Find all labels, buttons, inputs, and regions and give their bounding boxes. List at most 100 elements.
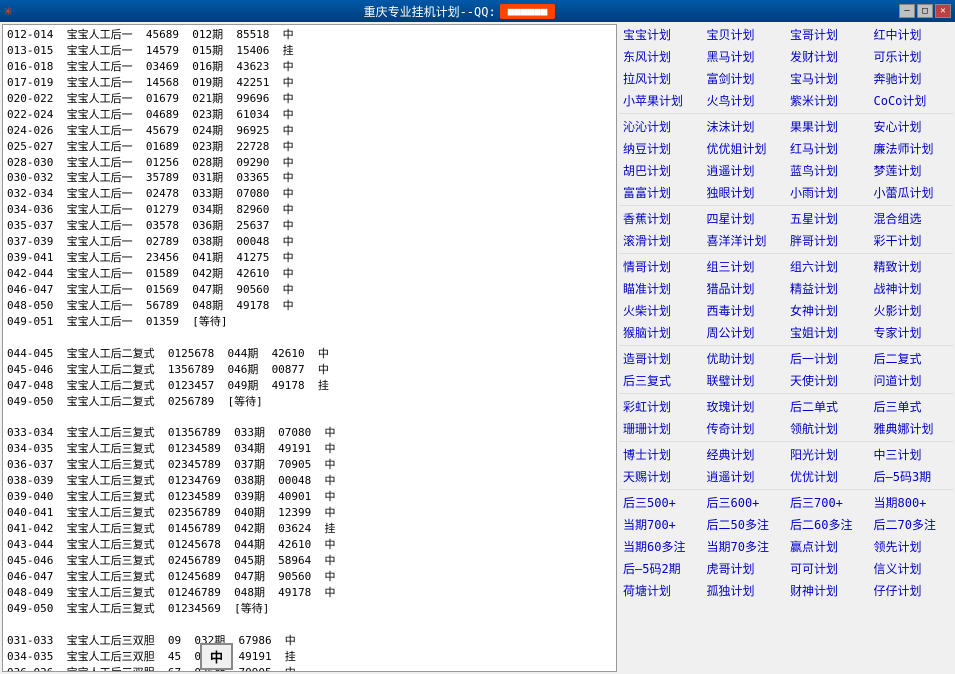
plan-link-6-1[interactable]: 逍遥计划 <box>703 160 787 181</box>
plan-link-23-1[interactable]: 虎哥计划 <box>703 558 787 579</box>
plan-link-22-2[interactable]: 赢点计划 <box>786 536 870 557</box>
plan-link-14-2[interactable]: 后一计划 <box>786 348 870 369</box>
plan-link-12-0[interactable]: 火柴计划 <box>619 300 703 321</box>
plan-link-15-1[interactable]: 联璧计划 <box>703 370 787 391</box>
plan-link-2-2[interactable]: 宝马计划 <box>786 68 870 89</box>
plan-link-14-0[interactable]: 造哥计划 <box>619 348 703 369</box>
plan-link-0-1[interactable]: 宝贝计划 <box>703 24 787 45</box>
plan-link-13-1[interactable]: 周公计划 <box>703 322 787 343</box>
plan-link-2-1[interactable]: 富剑计划 <box>703 68 787 89</box>
plan-link-4-2[interactable]: 果果计划 <box>786 116 870 137</box>
plan-link-2-3[interactable]: 奔驰计划 <box>870 68 954 89</box>
plan-link-5-1[interactable]: 优优姐计划 <box>703 138 787 159</box>
plan-link-18-2[interactable]: 阳光计划 <box>786 444 870 465</box>
plan-link-17-2[interactable]: 领航计划 <box>786 418 870 439</box>
plan-link-10-1[interactable]: 组三计划 <box>703 256 787 277</box>
plan-link-18-0[interactable]: 博士计划 <box>619 444 703 465</box>
plan-link-16-3[interactable]: 后三单式 <box>870 396 954 417</box>
plan-link-7-3[interactable]: 小蕾瓜计划 <box>870 182 954 203</box>
list-content[interactable]: 012-014 宝宝人工后一 45689 012期 85518 中 013-01… <box>3 25 616 671</box>
plan-link-12-1[interactable]: 西毒计划 <box>703 300 787 321</box>
plan-link-24-0[interactable]: 荷塘计划 <box>619 580 703 601</box>
plan-link-4-0[interactable]: 沁沁计划 <box>619 116 703 137</box>
plan-link-3-1[interactable]: 火鸟计划 <box>703 90 787 111</box>
plan-link-20-3[interactable]: 当期800+ <box>870 492 954 513</box>
plan-link-1-2[interactable]: 发财计划 <box>786 46 870 67</box>
plan-link-6-2[interactable]: 蓝鸟计划 <box>786 160 870 181</box>
plan-link-21-0[interactable]: 当期700+ <box>619 514 703 535</box>
plan-link-23-3[interactable]: 信义计划 <box>870 558 954 579</box>
plan-link-0-3[interactable]: 红中计划 <box>870 24 954 45</box>
plan-link-12-3[interactable]: 火影计划 <box>870 300 954 321</box>
plan-link-3-2[interactable]: 紫米计划 <box>786 90 870 111</box>
plan-link-0-0[interactable]: 宝宝计划 <box>619 24 703 45</box>
plan-link-7-2[interactable]: 小雨计划 <box>786 182 870 203</box>
plan-link-5-2[interactable]: 红马计划 <box>786 138 870 159</box>
plan-link-17-1[interactable]: 传奇计划 <box>703 418 787 439</box>
plan-link-21-3[interactable]: 后二70多注 <box>870 514 954 535</box>
plan-link-9-0[interactable]: 滚滑计划 <box>619 230 703 251</box>
plan-link-13-0[interactable]: 猴脑计划 <box>619 322 703 343</box>
plan-link-21-2[interactable]: 后二60多注 <box>786 514 870 535</box>
plan-link-6-3[interactable]: 梦莲计划 <box>870 160 954 181</box>
minimize-button[interactable]: — <box>899 4 915 18</box>
plan-link-20-2[interactable]: 后三700+ <box>786 492 870 513</box>
plan-link-16-1[interactable]: 玫瑰计划 <box>703 396 787 417</box>
plan-link-6-0[interactable]: 胡巴计划 <box>619 160 703 181</box>
plan-link-23-2[interactable]: 可可计划 <box>786 558 870 579</box>
plan-link-3-0[interactable]: 小苹果计划 <box>619 90 703 111</box>
plan-link-10-0[interactable]: 情哥计划 <box>619 256 703 277</box>
plan-link-19-0[interactable]: 天赐计划 <box>619 466 703 487</box>
plan-link-14-1[interactable]: 优助计划 <box>703 348 787 369</box>
plan-link-9-1[interactable]: 喜洋洋计划 <box>703 230 787 251</box>
plan-link-19-2[interactable]: 优优计划 <box>786 466 870 487</box>
plan-link-9-2[interactable]: 胖哥计划 <box>786 230 870 251</box>
plan-link-0-2[interactable]: 宝哥计划 <box>786 24 870 45</box>
plan-link-17-3[interactable]: 雅典娜计划 <box>870 418 954 439</box>
plan-link-23-0[interactable]: 后—5码2期 <box>619 558 703 579</box>
plan-link-22-1[interactable]: 当期70多注 <box>703 536 787 557</box>
plan-link-8-1[interactable]: 四星计划 <box>703 208 787 229</box>
plan-link-11-2[interactable]: 精益计划 <box>786 278 870 299</box>
plan-link-19-1[interactable]: 逍遥计划 <box>703 466 787 487</box>
plan-link-16-0[interactable]: 彩虹计划 <box>619 396 703 417</box>
plan-link-11-0[interactable]: 瞄准计划 <box>619 278 703 299</box>
plan-link-21-1[interactable]: 后二50多注 <box>703 514 787 535</box>
plan-link-4-3[interactable]: 安心计划 <box>870 116 954 137</box>
plan-link-15-0[interactable]: 后三复式 <box>619 370 703 391</box>
plan-link-9-3[interactable]: 彩干计划 <box>870 230 954 251</box>
plan-link-7-1[interactable]: 独眼计划 <box>703 182 787 203</box>
plan-link-2-0[interactable]: 拉风计划 <box>619 68 703 89</box>
maximize-button[interactable]: □ <box>917 4 933 18</box>
plan-link-3-3[interactable]: CoCo计划 <box>870 90 954 111</box>
plan-link-1-0[interactable]: 东风计划 <box>619 46 703 67</box>
plan-link-10-3[interactable]: 精致计划 <box>870 256 954 277</box>
plan-link-13-2[interactable]: 宝姐计划 <box>786 322 870 343</box>
close-button[interactable]: ✕ <box>935 4 951 18</box>
plan-link-1-1[interactable]: 黑马计划 <box>703 46 787 67</box>
plan-link-15-3[interactable]: 问道计划 <box>870 370 954 391</box>
plan-link-12-2[interactable]: 女神计划 <box>786 300 870 321</box>
plan-link-19-3[interactable]: 后—5码3期 <box>870 466 954 487</box>
plan-link-10-2[interactable]: 组六计划 <box>786 256 870 277</box>
plan-link-17-0[interactable]: 珊珊计划 <box>619 418 703 439</box>
plan-link-18-1[interactable]: 经典计划 <box>703 444 787 465</box>
plan-link-11-3[interactable]: 战神计划 <box>870 278 954 299</box>
plan-link-24-3[interactable]: 仔仔计划 <box>870 580 954 601</box>
plan-link-20-1[interactable]: 后三600+ <box>703 492 787 513</box>
plan-link-13-3[interactable]: 专家计划 <box>870 322 954 343</box>
plan-link-16-2[interactable]: 后二单式 <box>786 396 870 417</box>
plan-link-20-0[interactable]: 后三500+ <box>619 492 703 513</box>
plan-link-24-2[interactable]: 财神计划 <box>786 580 870 601</box>
plan-link-5-3[interactable]: 廉法师计划 <box>870 138 954 159</box>
plan-link-4-1[interactable]: 沫沫计划 <box>703 116 787 137</box>
plan-link-7-0[interactable]: 富富计划 <box>619 182 703 203</box>
plan-link-24-1[interactable]: 孤独计划 <box>703 580 787 601</box>
plan-link-5-0[interactable]: 纳豆计划 <box>619 138 703 159</box>
plan-link-11-1[interactable]: 猎品计划 <box>703 278 787 299</box>
plan-link-8-3[interactable]: 混合组选 <box>870 208 954 229</box>
plan-link-22-0[interactable]: 当期60多注 <box>619 536 703 557</box>
plan-link-1-3[interactable]: 可乐计划 <box>870 46 954 67</box>
plan-link-14-3[interactable]: 后二复式 <box>870 348 954 369</box>
plan-link-8-0[interactable]: 香蕉计划 <box>619 208 703 229</box>
